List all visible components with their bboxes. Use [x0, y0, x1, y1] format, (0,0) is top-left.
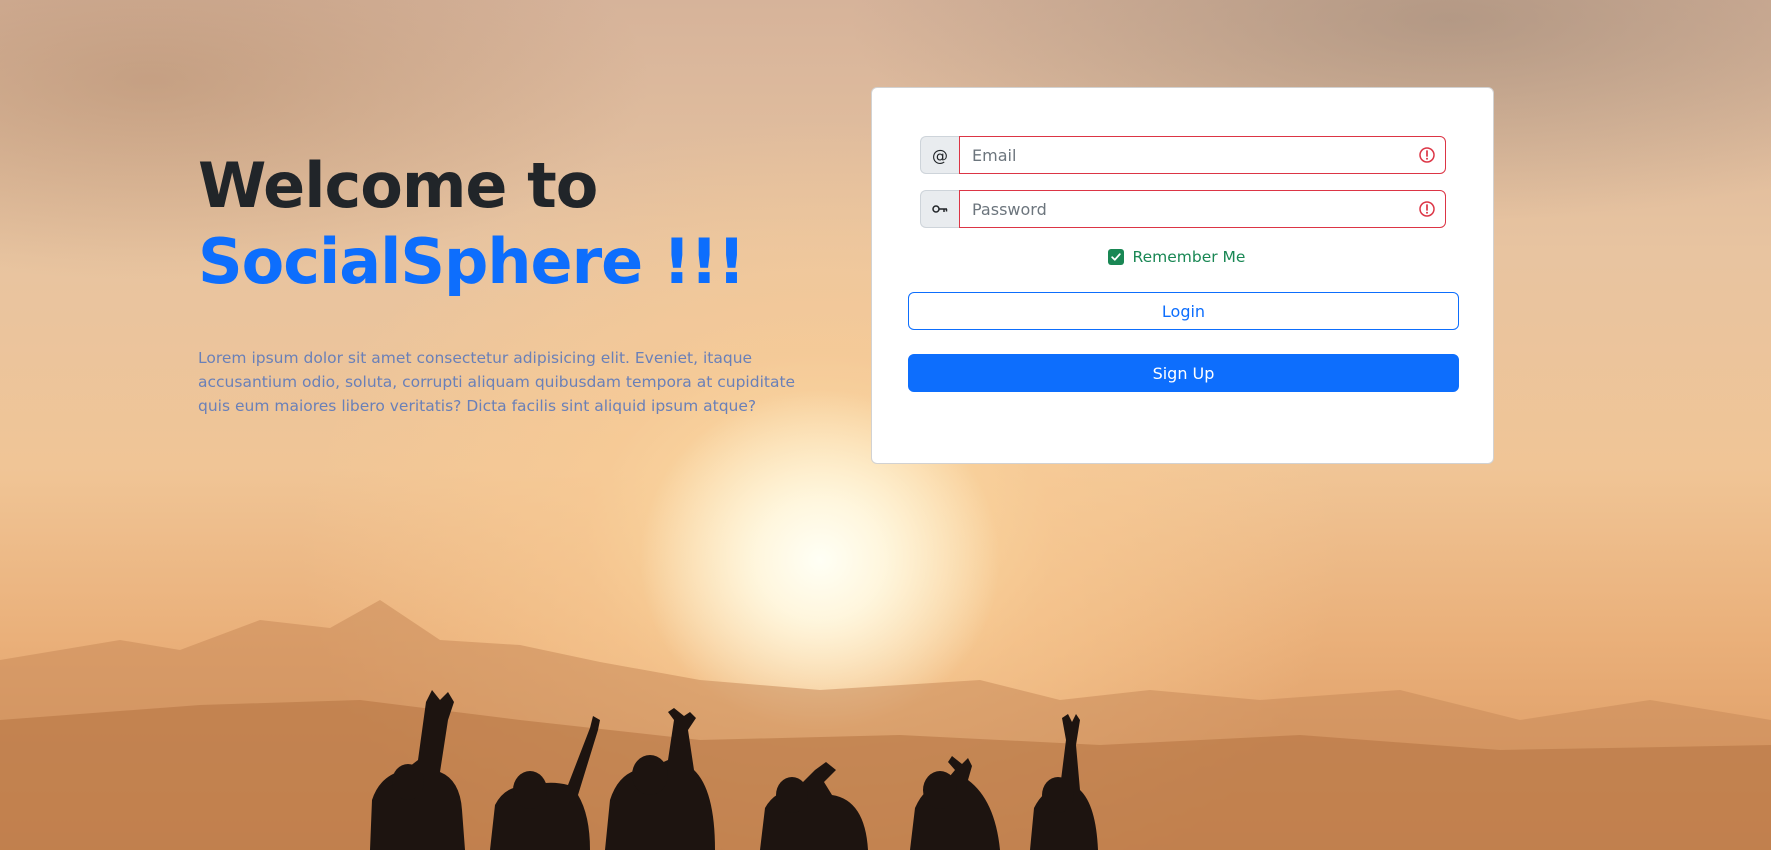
sign-up-button[interactable]: Sign Up — [908, 354, 1459, 392]
login-button[interactable]: Login — [908, 292, 1459, 330]
key-icon — [920, 190, 959, 228]
password-input-group — [920, 190, 1446, 228]
hero-description: Lorem ipsum dolor sit amet consectetur a… — [198, 349, 796, 415]
title-line-brand: SocialSphere !!! — [198, 225, 746, 298]
invalid-warning-icon — [1419, 201, 1435, 217]
at-sign-icon: @ — [920, 136, 959, 174]
remember-me-checkbox[interactable] — [1107, 249, 1124, 265]
checkmark-icon — [1110, 253, 1121, 261]
email-field-wrap — [959, 136, 1446, 174]
hero-section: Welcome to SocialSphere !!! Lorem ipsum … — [198, 148, 838, 418]
title-line-welcome: Welcome to — [198, 149, 598, 222]
email-input-group: @ — [920, 136, 1446, 174]
remember-me-label[interactable]: Remember Me — [1133, 248, 1246, 266]
login-card: @ Email Remember Me Login Sign Up — [871, 87, 1494, 464]
login-page: Welcome to SocialSphere !!! Lorem ipsum … — [0, 0, 1771, 850]
invalid-warning-icon — [1419, 147, 1435, 163]
password-field[interactable] — [959, 190, 1446, 228]
remember-me-row: Remember Me — [866, 248, 1487, 266]
password-field-wrap — [959, 190, 1446, 228]
email-field[interactable] — [959, 136, 1446, 174]
page-title: Welcome to SocialSphere !!! — [198, 148, 838, 300]
